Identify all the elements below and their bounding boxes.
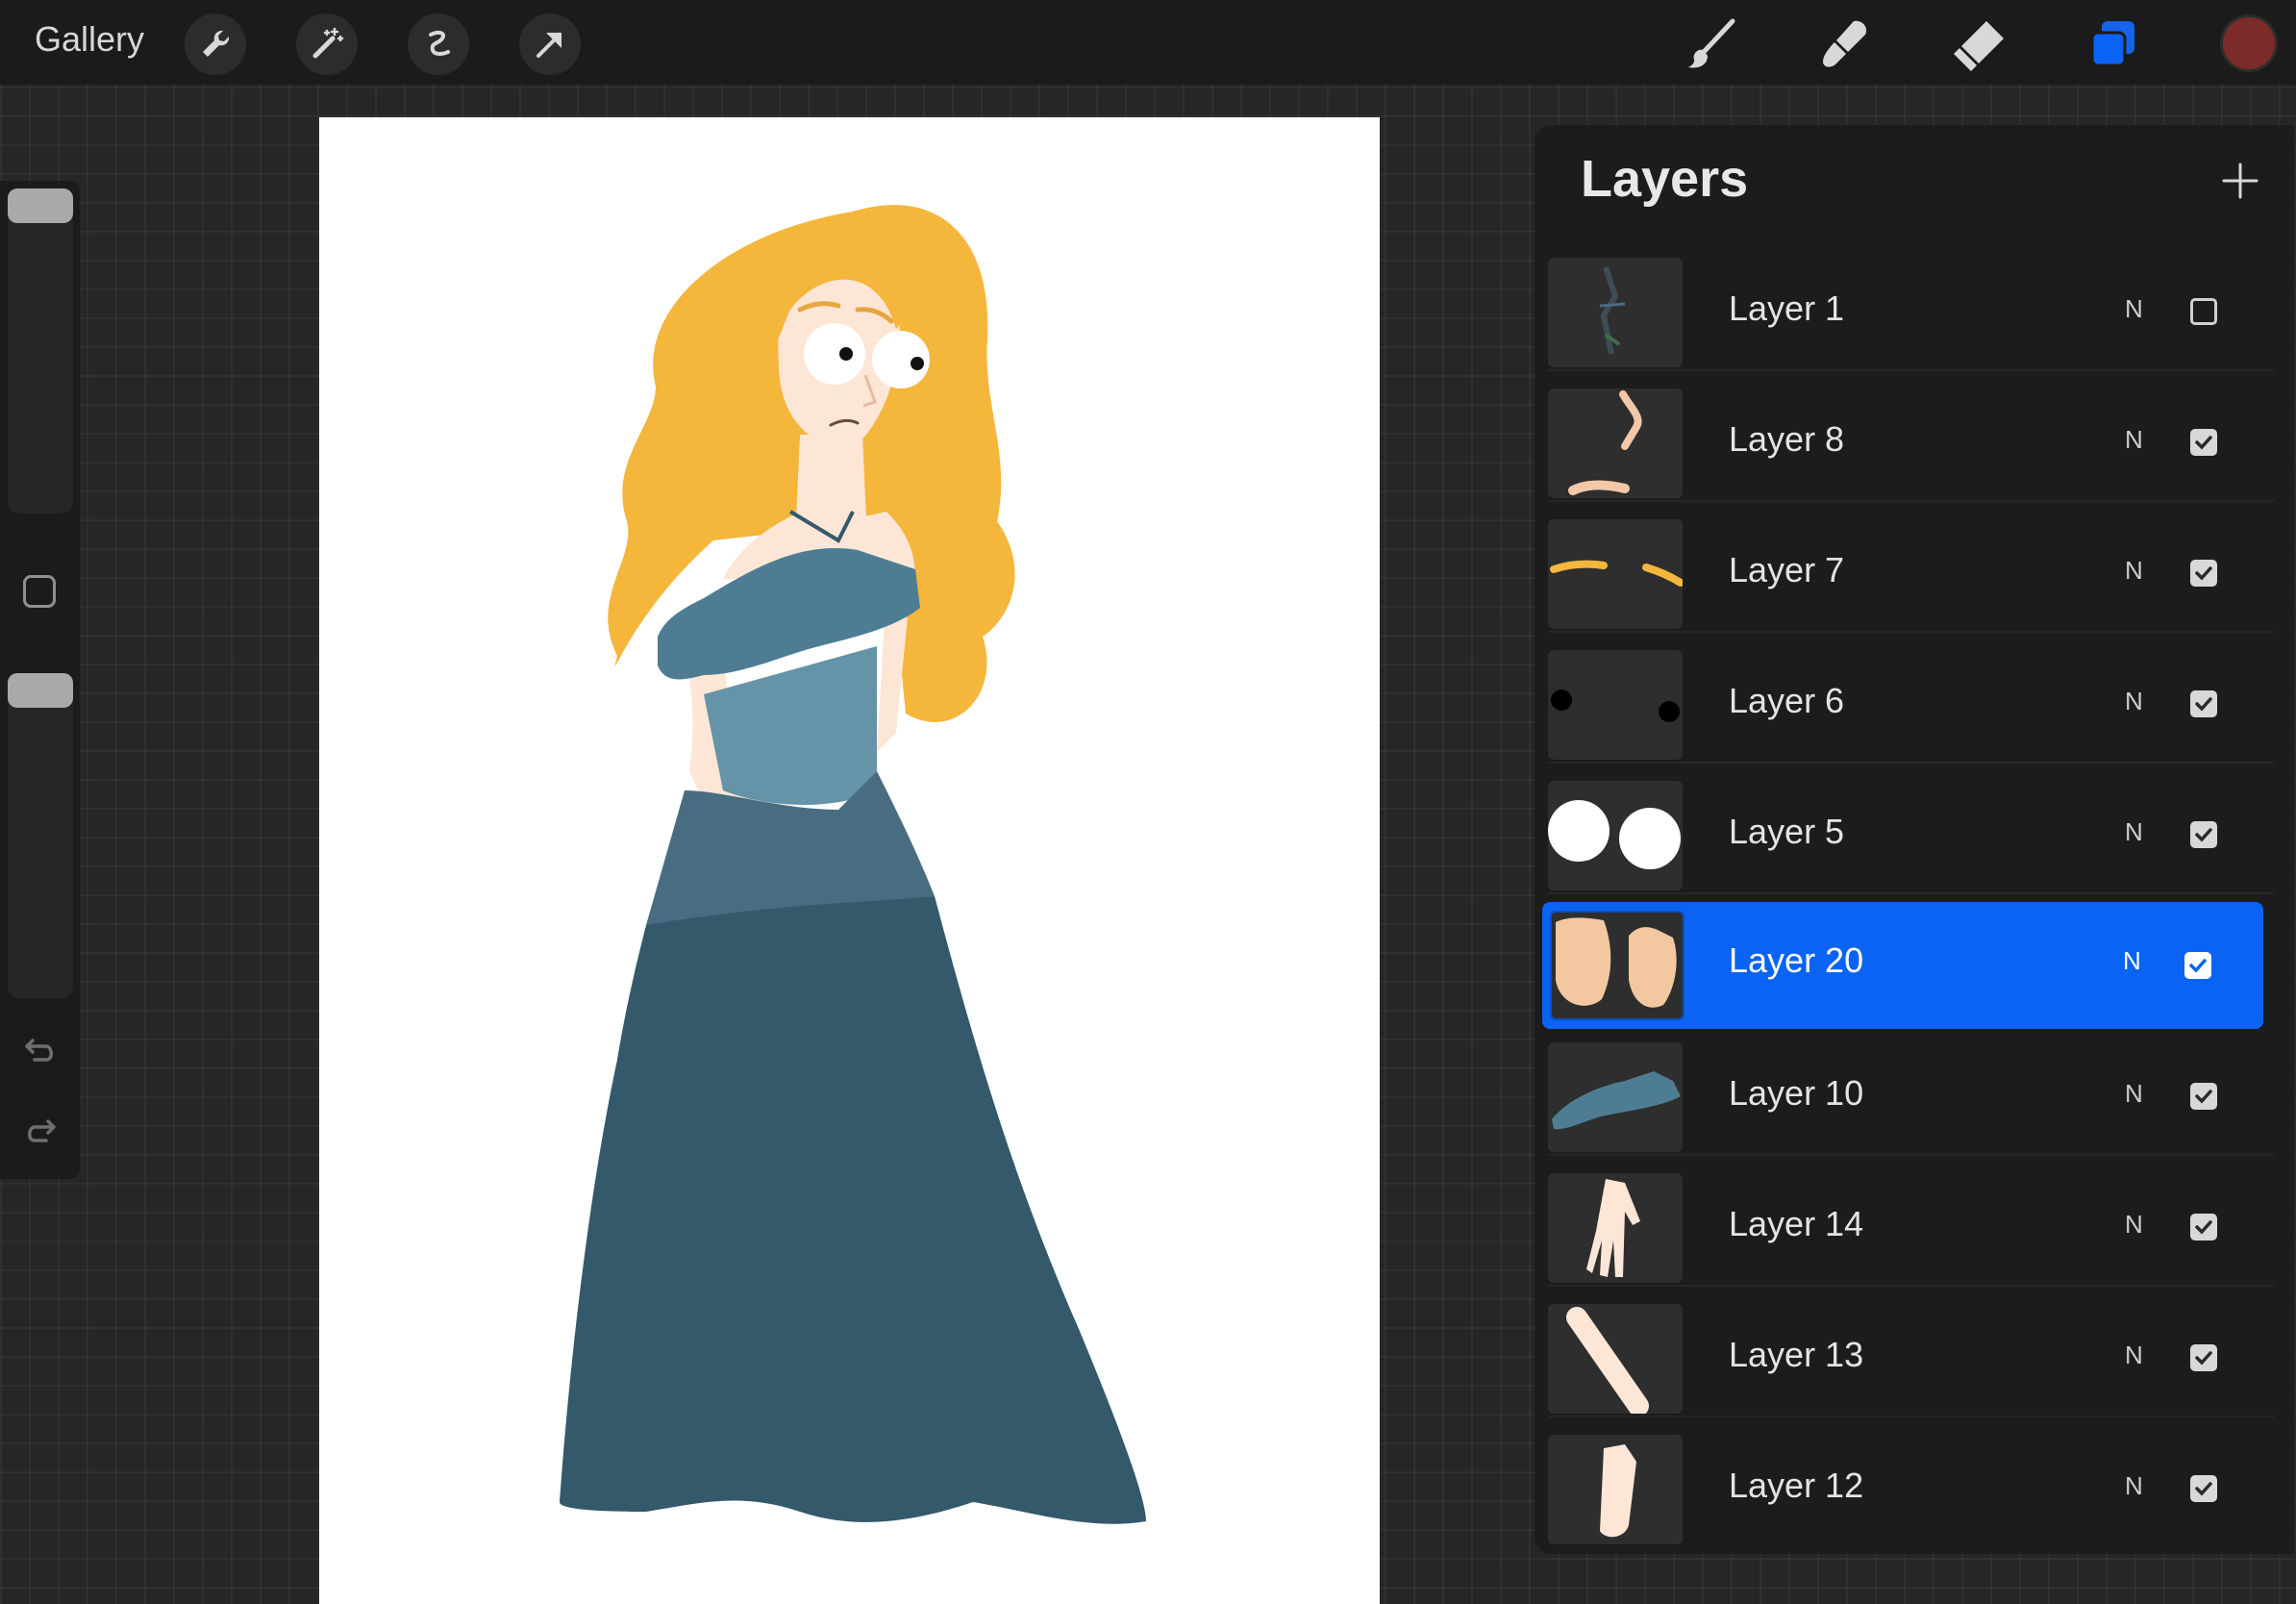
magic-wand-icon[interactable] [296,13,358,75]
blend-mode-button[interactable]: N [2125,687,2143,716]
plus-icon[interactable] [2211,152,2269,210]
layer-row[interactable]: Layer 8 N [1548,381,2275,502]
layer-name: Layer 1 [1729,288,1845,328]
left-sidebar [0,181,80,1179]
ruffle [658,548,920,680]
undo-icon[interactable] [19,1029,62,1071]
layers-icon[interactable] [2083,13,2144,75]
layer-thumbnail [1548,650,1683,760]
color-picker-button[interactable] [2223,17,2275,69]
checkmark-icon [2195,828,2212,842]
layer-name: Layer 13 [1729,1335,1864,1374]
layer-thumbnail [1548,1173,1683,1283]
gallery-button[interactable]: Gallery [35,19,144,60]
visibility-checkbox[interactable] [2190,1344,2217,1371]
layers-title: Layers [1581,150,1749,208]
layer-thumbnail [1548,781,1683,890]
brush-icon[interactable] [1681,13,1742,75]
visibility-checkbox[interactable] [2190,1083,2217,1110]
layer-name: Layer 20 [1729,940,1864,980]
layer-row[interactable]: Layer 14 N [1548,1165,2275,1287]
checkmark-icon [2195,1220,2212,1235]
layer-row-selected[interactable]: Layer 20 N [1542,902,2263,1029]
drawing-canvas[interactable] [319,117,1380,1604]
layer-name: Layer 14 [1729,1204,1864,1243]
layers-panel: Layers Layer 1 N Layer 8 N Layer 7 N Lay… [1535,125,2294,1554]
blend-mode-button[interactable]: N [2125,1471,2143,1501]
visibility-checkbox[interactable] [2190,429,2217,456]
checkmark-icon [2195,566,2212,581]
blend-mode-button[interactable]: N [2125,1210,2143,1240]
redo-icon[interactable] [19,1110,62,1152]
layer-name: Layer 6 [1729,681,1845,720]
layer-thumbnail [1548,1435,1683,1544]
opacity-slider[interactable] [8,673,73,998]
character-illustration [560,205,1146,1524]
layer-row[interactable]: Layer 13 N [1548,1296,2275,1417]
visibility-checkbox[interactable] [2190,1214,2217,1241]
checkmark-icon [2195,436,2212,450]
layer-row[interactable]: Layer 5 N [1548,773,2275,894]
visibility-checkbox[interactable] [2184,952,2211,979]
checkmark-icon [2195,697,2212,712]
brush-size-handle[interactable] [8,188,73,223]
checkmark-icon [2195,1482,2212,1496]
selection-icon[interactable] [408,13,469,75]
smudge-icon[interactable] [1813,13,1875,75]
layer-row[interactable]: Layer 12 N [1548,1427,2275,1548]
visibility-checkbox[interactable] [2190,821,2217,848]
visibility-checkbox[interactable] [2190,1475,2217,1502]
blend-mode-button[interactable]: N [2123,946,2141,976]
layer-thumbnail [1548,258,1683,367]
visibility-checkbox[interactable] [2190,560,2217,587]
layer-row[interactable]: Layer 7 N [1548,512,2275,633]
checkmark-icon [2195,1351,2212,1366]
layer-row[interactable]: Layer 1 N [1548,250,2275,371]
visibility-checkbox[interactable] [2190,690,2217,717]
blend-mode-button[interactable]: N [2125,425,2143,455]
layer-name: Layer 12 [1729,1466,1864,1505]
layer-name: Layer 8 [1729,419,1845,459]
layer-row[interactable]: Layer 6 N [1548,642,2275,764]
skirt [560,896,1146,1524]
left-eye [804,323,865,385]
layer-name: Layer 5 [1729,812,1845,851]
layer-thumbnail [1548,519,1683,629]
layer-name: Layer 10 [1729,1073,1864,1113]
opacity-handle[interactable] [8,673,73,708]
brush-size-slider[interactable] [8,188,73,514]
visibility-checkbox[interactable] [2190,298,2217,325]
layer-thumbnail [1550,911,1685,1020]
blend-mode-button[interactable]: N [2125,556,2143,586]
checkmark-icon [2195,1090,2212,1104]
wrench-icon[interactable] [185,13,246,75]
top-toolbar: Gallery [0,0,2296,85]
layer-thumbnail [1548,388,1683,498]
modify-square-icon[interactable] [23,575,56,608]
layer-thumbnail [1548,1042,1683,1152]
layer-row[interactable]: Layer 10 N [1548,1035,2275,1156]
blend-mode-button[interactable]: N [2125,294,2143,324]
blend-mode-button[interactable]: N [2125,817,2143,847]
layer-thumbnail [1548,1304,1683,1414]
layer-name: Layer 7 [1729,550,1845,589]
blend-mode-button[interactable]: N [2125,1079,2143,1109]
eraser-icon[interactable] [1948,13,2009,75]
blend-mode-button[interactable]: N [2125,1341,2143,1370]
checkmark-icon [2189,959,2207,973]
transform-arrow-icon[interactable] [519,13,581,75]
